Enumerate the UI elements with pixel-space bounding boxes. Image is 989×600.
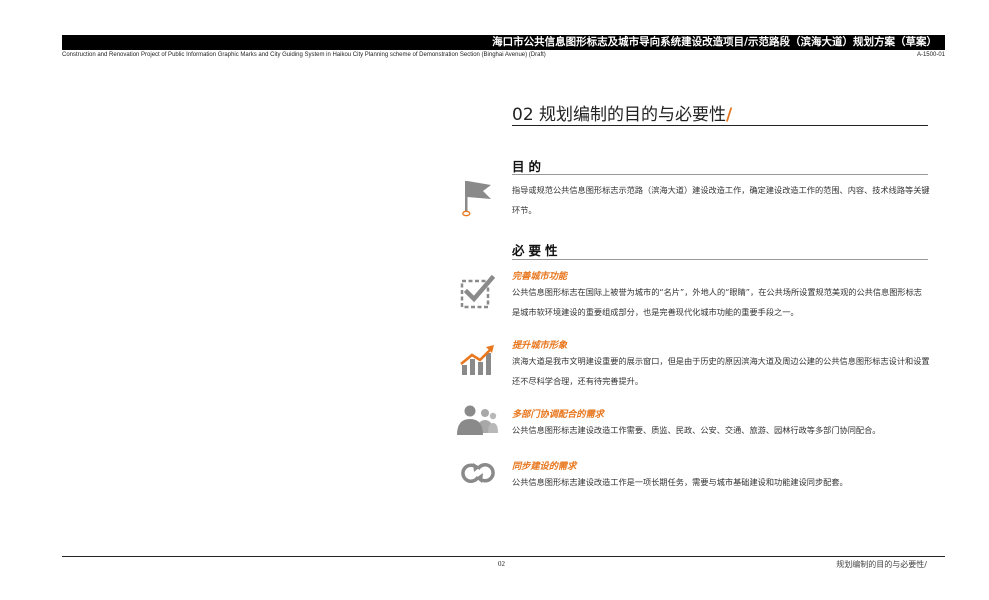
purpose-heading: 目的	[512, 159, 546, 174]
header-bar: 海口市公共信息图形标志及城市导向系统建设改造项目/示范路段（滨海大道）规划方案（…	[62, 35, 945, 50]
page-title-slash: /	[726, 105, 733, 125]
page-number: 02	[498, 560, 505, 568]
necessity-heading: 必要性	[512, 243, 562, 258]
necessity-item-title: 同步建设的需求	[512, 461, 577, 472]
growth-chart-icon	[460, 345, 494, 375]
header-title: 海口市公共信息图形标志及城市导向系统建设改造项目/示范路段（滨海大道）规划方案（…	[492, 36, 937, 48]
necessity-divider	[512, 259, 928, 260]
necessity-item-title: 多部门协调配合的需求	[512, 409, 604, 420]
people-group-icon	[457, 405, 498, 435]
purpose-divider	[512, 174, 928, 175]
page-title: 02 规划编制的目的与必要性/	[512, 100, 732, 125]
necessity-item-title: 提升城市形象	[512, 340, 568, 351]
necessity-item-text: 公共信息图形标志在国际上被誉为城市的“名片”，外地人的“眼睛”，在公共场所设置规…	[512, 287, 922, 317]
necessity-item-text: 滨海大道是我市文明建设重要的展示窗口，但是由于历史的原因滨海大道及周边公建的公共…	[512, 356, 930, 386]
checkbox-icon	[460, 274, 495, 309]
sync-icon	[461, 463, 495, 483]
footer-divider	[62, 556, 945, 557]
purpose-text: 指导或规范公共信息图形标志示范路（滨海大道）建设改造工作，确定建设改造工作的范围…	[512, 185, 930, 215]
necessity-item-text: 公共信息图形标志建设改造工作是一项长期任务，需要与城市基础建设和功能建设同步配套…	[512, 477, 848, 487]
footer-section-label: 规划编制的目的与必要性/	[836, 560, 927, 569]
flag-icon	[462, 181, 491, 217]
document-code: A-1500-01	[916, 52, 945, 58]
necessity-item-title: 完善城市功能	[512, 271, 568, 282]
header-subtitle: Construction and Renovation Project of P…	[62, 52, 546, 58]
page-title-text: 02 规划编制的目的与必要性	[512, 105, 727, 125]
title-divider	[512, 125, 928, 126]
necessity-item-text: 公共信息图形标志建设改造工作需要、质监、民政、公安、交通、旅游、园林行政等多部门…	[512, 425, 881, 435]
